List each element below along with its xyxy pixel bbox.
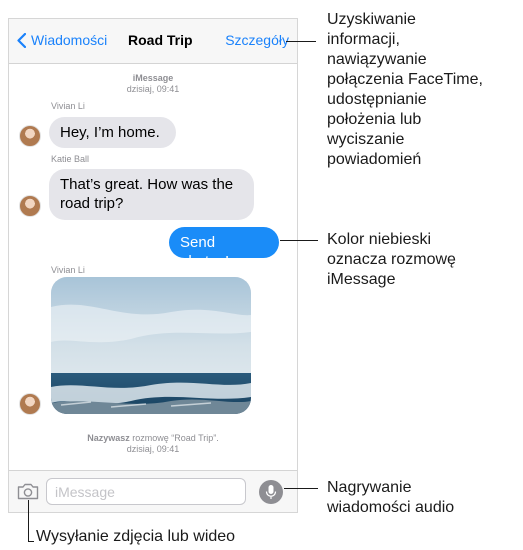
callout-blue-line: Kolor niebieski bbox=[327, 231, 432, 248]
callout-line-camera-tick bbox=[28, 541, 34, 542]
callout-details-line: udostępnianie bbox=[327, 91, 427, 108]
footer-text: rozmowę “Road Trip”. bbox=[132, 433, 219, 443]
callout-blue-line: iMessage bbox=[327, 271, 396, 288]
callout-details-line: informacji, bbox=[327, 31, 400, 48]
service-label: iMessage bbox=[132, 73, 174, 83]
footer-timestamp: dzisiaj, 09:41 bbox=[126, 444, 180, 454]
seascape-photo bbox=[51, 277, 251, 414]
callout-details-line: nawiązywanie bbox=[327, 51, 427, 68]
message-bubble-received[interactable]: That’s great. How was the road trip? bbox=[49, 169, 254, 220]
callout-details-line: powiadomień bbox=[327, 151, 422, 168]
callout-details-line: wyciszanie bbox=[327, 131, 405, 148]
back-button[interactable]: Wiadomości bbox=[17, 32, 107, 48]
callout-details-line: Uzyskiwanie bbox=[327, 11, 416, 28]
chevron-left-icon bbox=[17, 32, 26, 48]
conversation-header: iMessage dzisiaj, 09:41 bbox=[9, 73, 297, 95]
message-bubble-received[interactable]: Hey, I’m home. bbox=[49, 117, 176, 148]
camera-icon bbox=[17, 483, 39, 500]
callout-camera: Wysyłanie zdjęcia lub wideo bbox=[36, 528, 236, 545]
avatar-katie bbox=[19, 195, 41, 217]
callout-details-line: położenia lub bbox=[327, 111, 422, 128]
sender-name: Katie Ball bbox=[51, 154, 90, 164]
callout-audio-line: Nagrywanie bbox=[327, 479, 412, 496]
input-bar bbox=[9, 470, 297, 512]
microphone-button[interactable] bbox=[259, 480, 283, 504]
callout-blue: Kolor niebieski oznacza rozmowę iMessage bbox=[327, 230, 456, 290]
callout-line-details bbox=[286, 41, 316, 42]
message-bubble-sent[interactable]: Send photos! bbox=[169, 227, 279, 270]
back-label: Wiadomości bbox=[31, 32, 108, 48]
callout-audio: Nagrywanie wiadomości audio bbox=[327, 478, 454, 518]
footer-bold: Nazywasz bbox=[87, 433, 130, 443]
microphone-icon bbox=[265, 485, 277, 499]
sender-name: Vivian Li bbox=[51, 265, 85, 275]
callout-blue-line: oznacza rozmowę bbox=[327, 251, 456, 268]
conversation-footer: Nazywasz rozmowę “Road Trip”. dzisiaj, 0… bbox=[9, 433, 297, 455]
sender-name: Vivian Li bbox=[51, 101, 85, 111]
callout-line-camera bbox=[28, 500, 29, 542]
conversation-title: Road Trip bbox=[128, 32, 193, 48]
callout-line-blue bbox=[280, 240, 318, 241]
message-input[interactable] bbox=[46, 478, 246, 505]
photo-message[interactable] bbox=[51, 277, 251, 414]
callout-details: Uzyskiwanie informacji, nawiązywanie poł… bbox=[327, 10, 483, 170]
header-timestamp: dzisiaj, 09:41 bbox=[126, 84, 180, 94]
avatar-vivian bbox=[19, 125, 41, 147]
avatar-vivian bbox=[19, 393, 41, 415]
callout-details-line: połączenia FaceTime, bbox=[327, 71, 483, 88]
navigation-bar: Wiadomości Road Trip Szczegóły bbox=[9, 19, 297, 64]
phone-screen: Wiadomości Road Trip Szczegóły iMessage … bbox=[8, 18, 298, 513]
callout-line-audio bbox=[284, 488, 318, 489]
callout-audio-line: wiadomości audio bbox=[327, 499, 455, 516]
details-button[interactable]: Szczegóły bbox=[225, 32, 289, 48]
